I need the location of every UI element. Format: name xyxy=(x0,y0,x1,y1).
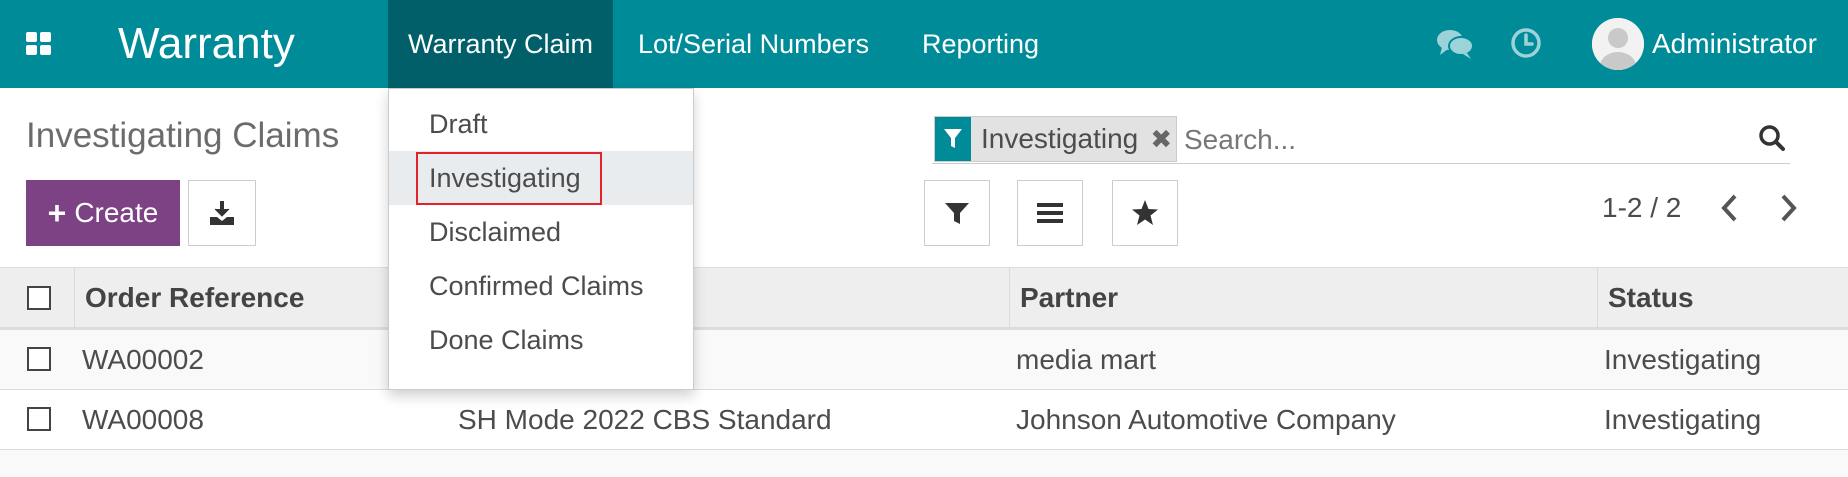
chevron-right-icon[interactable] xyxy=(1776,192,1800,229)
facet-value: Investigating xyxy=(981,123,1139,154)
menu-warranty-claim[interactable]: Warranty Claim xyxy=(388,0,614,88)
select-all-cell xyxy=(0,268,75,327)
create-button[interactable]: + Create xyxy=(26,180,180,246)
product: SH Mode 2022 CBS Standard xyxy=(458,404,832,435)
avatar[interactable] xyxy=(1592,18,1644,70)
pager-value[interactable]: 1-2 / 2 xyxy=(1602,192,1681,224)
table-body: WA00002 media mart Investigating WA00008… xyxy=(0,330,1848,450)
dropdown-item-done-claims[interactable]: Done Claims xyxy=(389,313,693,367)
filters-button[interactable] xyxy=(924,180,990,246)
status: Investigating xyxy=(1604,404,1762,435)
group-by-button[interactable] xyxy=(1017,180,1083,246)
filter-icon xyxy=(935,117,971,161)
dropdown-item-investigating[interactable]: Investigating xyxy=(389,151,693,205)
menu-lot-serial-numbers[interactable]: Lot/Serial Numbers xyxy=(618,0,889,88)
plus-icon: + xyxy=(47,195,67,231)
chat-icon[interactable] xyxy=(1436,28,1474,65)
dropdown-item-draft[interactable]: Draft xyxy=(389,97,693,151)
menu-reporting[interactable]: Reporting xyxy=(902,0,1059,88)
favorites-button[interactable] xyxy=(1112,180,1178,246)
row-checkbox[interactable] xyxy=(27,407,51,431)
filter-facet: Investigating ✖ xyxy=(934,116,1178,162)
user-menu[interactable]: Administrator xyxy=(1652,0,1817,88)
status: Investigating xyxy=(1604,344,1762,375)
download-icon xyxy=(210,201,234,225)
dropdown-item-label: Investigating xyxy=(429,163,581,193)
breadcrumb: Investigating Claims xyxy=(26,116,340,155)
control-panel: Investigating Claims + Create Investigat… xyxy=(0,88,1848,268)
table-header: Order Reference Partner Status xyxy=(0,268,1848,330)
top-navbar: Warranty Warranty Claim Lot/Serial Numbe… xyxy=(0,0,1848,88)
claims-list: Order Reference Partner Status WA00002 m… xyxy=(0,268,1848,450)
select-all-checkbox[interactable] xyxy=(27,286,51,310)
search-input[interactable] xyxy=(1184,120,1684,160)
table-row[interactable]: WA00002 media mart Investigating xyxy=(0,330,1848,390)
order-reference: WA00008 xyxy=(82,404,204,435)
column-partner[interactable]: Partner xyxy=(1010,268,1598,327)
search-icon[interactable] xyxy=(1758,124,1786,157)
row-checkbox[interactable] xyxy=(27,347,51,371)
order-reference: WA00002 xyxy=(82,344,204,375)
star-icon xyxy=(1132,200,1158,225)
list-empty-area xyxy=(0,454,1848,477)
create-label: Create xyxy=(74,197,159,228)
list-icon xyxy=(1037,203,1063,223)
warranty-claim-dropdown: Draft Investigating Disclaimed Confirmed… xyxy=(388,88,694,390)
dropdown-item-disclaimed[interactable]: Disclaimed xyxy=(389,205,693,259)
search-bar: Investigating ✖ xyxy=(932,114,1790,164)
partner: media mart xyxy=(1016,344,1157,375)
app-title[interactable]: Warranty xyxy=(118,0,295,88)
clock-icon[interactable] xyxy=(1510,27,1542,64)
export-button[interactable] xyxy=(188,180,256,246)
column-status[interactable]: Status xyxy=(1598,268,1848,327)
apps-icon[interactable] xyxy=(22,28,56,60)
chevron-left-icon[interactable] xyxy=(1718,192,1742,229)
table-row[interactable]: WA00008 SH Mode 2022 CBS Standard Johnso… xyxy=(0,390,1848,450)
close-icon[interactable]: ✖ xyxy=(1146,117,1176,161)
dropdown-item-confirmed-claims[interactable]: Confirmed Claims xyxy=(389,259,693,313)
partner: Johnson Automotive Company xyxy=(1016,404,1396,435)
filter-icon xyxy=(945,203,969,224)
